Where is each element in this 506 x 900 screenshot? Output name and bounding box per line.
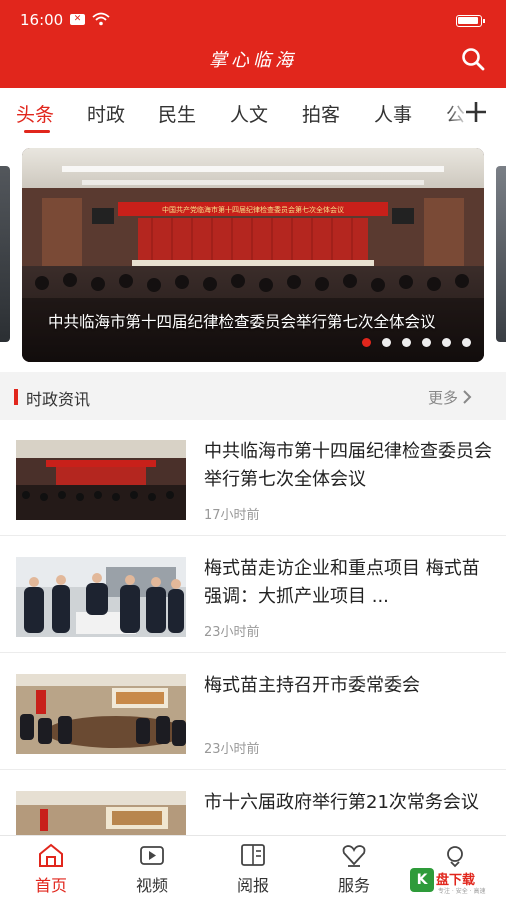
headline-carousel[interactable]: 中国共产党临海市第十四届纪律检查委员会第七次全体会议 中共临海市第十四届纪律检查… [0,148,506,362]
nav-video[interactable]: 视频 [112,842,192,898]
watermark-logo: K [410,868,434,892]
section-title: 时政资讯 [26,390,91,409]
chevron-right-icon[interactable] [460,389,474,405]
news-time: 23小时前 [204,742,260,757]
carousel-caption: 中共临海市第十四届纪律检查委员会举行第七次全体会议 [48,313,436,331]
news-item[interactable]: 中共临海市第十四届纪律检查委员会举行第七次全体会议 17小时前 [0,420,506,536]
nav-label: 视频 [135,876,168,895]
news-time: 17小时前 [204,508,260,523]
news-title: 梅式苗走访企业和重点项目 梅式苗强调：大抓产业项目 ... [204,558,480,607]
carousel-dot[interactable] [442,338,451,347]
wifi-icon [92,12,110,26]
news-title: 中共临海市第十四届纪律检查委员会举行第七次全体会议 [204,441,492,490]
nav-label: 首页 [34,876,67,895]
active-tab-indicator [24,130,50,133]
news-item[interactable]: 梅式苗主持召开市委常委会 23小时前 [0,654,506,770]
nav-label: 服务 [337,876,370,895]
carousel-dot[interactable] [362,338,371,347]
tab-livelihood[interactable]: 民生 [158,100,196,127]
status-bar: 16:00 ✕ [0,0,506,42]
carousel-dot[interactable] [462,338,471,347]
banner-text: 中国共产党临海市第十四届纪律检查委员会第七次全体会议 [162,205,344,214]
tab-photographers[interactable]: 拍客 [302,100,340,127]
nav-home[interactable]: 首页 [11,842,91,898]
service-icon [342,845,366,867]
battery-icon [456,15,485,27]
tab-culture[interactable]: 人文 [230,100,268,127]
status-time: 16:00 [20,11,64,29]
watermark-slogan: 专注 · 安全 · 高速 [438,888,486,895]
video-icon [140,846,164,865]
app-header: 16:00 ✕ 掌心临海 [0,0,506,88]
carousel-dot[interactable] [402,338,411,347]
news-item[interactable]: 梅式苗走访企业和重点项目 梅式苗强调：大抓产业项目 ... 23小时前 [0,537,506,653]
news-title: 市十六届政府举行第21次常务会议 [204,792,479,813]
channel-tabs: 头条 时政 民生 人文 拍客 人事 公 [0,88,506,138]
tab-headlines[interactable]: 头条 [16,100,54,127]
notification-icon: ✕ [70,14,85,25]
search-icon[interactable] [460,46,486,72]
news-thumbnail [16,674,186,754]
previous-slide-peek[interactable] [0,166,10,342]
next-slide-peek[interactable] [496,166,506,342]
news-thumbnail [16,440,186,520]
news-title: 梅式苗主持召开市委常委会 [204,675,420,696]
nav-newspaper[interactable]: 阅报 [213,842,293,898]
carousel-slide[interactable]: 中国共产党临海市第十四届纪律检查委员会第七次全体会议 中共临海市第十四届纪律检查… [22,148,484,362]
news-thumbnail [16,557,186,637]
add-channel-icon[interactable] [464,100,488,124]
tab-personnel[interactable]: 人事 [374,100,412,127]
tab-politics[interactable]: 时政 [87,100,125,127]
more-link[interactable]: 更多 [428,387,458,408]
app-title: 掌心临海 [209,50,297,71]
download-site-watermark: K 盘下载 专注 · 安全 · 高速 [410,866,500,898]
home-icon [39,843,63,867]
news-time: 23小时前 [204,625,260,640]
newspaper-icon [241,844,265,866]
carousel-dot[interactable] [382,338,391,347]
section-accent-bar [14,389,18,405]
nav-service[interactable]: 服务 [314,842,394,898]
nav-label: 阅报 [236,876,269,895]
carousel-dot[interactable] [422,338,431,347]
chat-icon [447,846,463,868]
